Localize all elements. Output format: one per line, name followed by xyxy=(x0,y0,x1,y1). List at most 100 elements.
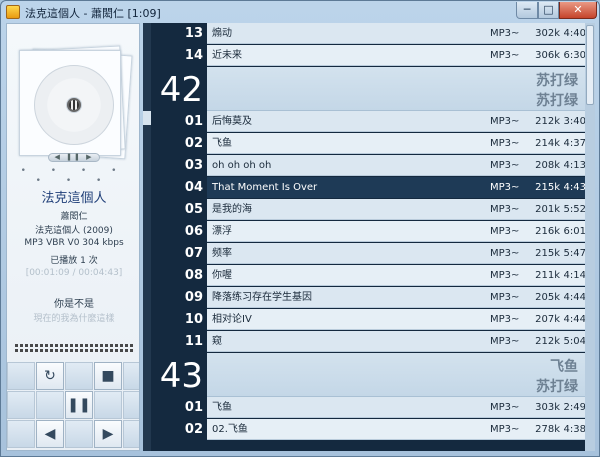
album-group-header[interactable]: 42 苏打绿 苏打绿 xyxy=(143,67,586,111)
track-row[interactable]: 14 近未来 MP3~ 306k 6:30 xyxy=(143,45,586,67)
track-format: MP3~ xyxy=(490,116,520,127)
track-duration: 4:13 xyxy=(563,160,586,171)
track-bitrate: 207k xyxy=(535,314,560,325)
cd-case-front: ◀ ❚❚ ▶ xyxy=(19,50,121,162)
track-body[interactable]: 后悔莫及 MP3~ 212k 3:40 xyxy=(207,111,586,132)
next-button[interactable]: ▶ xyxy=(94,420,122,448)
track-duration: 4:43 xyxy=(563,182,586,193)
track-row[interactable]: 08 你喔 MP3~ 211k 4:14 xyxy=(143,265,586,287)
track-body[interactable]: That Moment Is Over MP3~ 215k 4:43 xyxy=(207,177,586,198)
track-row[interactable]: 02 飞鱼 MP3~ 214k 4:37 xyxy=(143,133,586,155)
track-row[interactable]: 10 相对论IV MP3~ 207k 4:44 xyxy=(143,309,586,331)
track-row[interactable]: 11 窥 MP3~ 212k 5:04 xyxy=(143,331,586,353)
control-blank xyxy=(123,391,139,419)
track-format: MP3~ xyxy=(490,138,520,149)
album-group-title: 飞鱼 xyxy=(550,359,578,375)
control-blank xyxy=(65,420,93,448)
track-title: 飞鱼 xyxy=(212,402,232,413)
control-blank xyxy=(123,362,139,390)
track-body[interactable]: 漂浮 MP3~ 216k 6:01 xyxy=(207,221,586,242)
visualizer xyxy=(15,344,135,352)
track-row[interactable]: 01 飞鱼 MP3~ 303k 2:49 xyxy=(143,397,586,419)
track-body[interactable]: 飞鱼 MP3~ 303k 2:49 xyxy=(207,397,586,418)
track-duration: 6:30 xyxy=(563,50,586,61)
track-title: 相对论IV xyxy=(212,314,252,325)
maximize-button[interactable]: □ xyxy=(538,2,559,19)
track-number: 04 xyxy=(184,180,203,195)
album-year: 法克這個人 (2009) xyxy=(35,226,113,236)
track-row[interactable]: 05 是我的海 MP3~ 201k 5:52 xyxy=(143,199,586,221)
track-duration: 4:37 xyxy=(563,138,586,149)
track-bitrate: 302k xyxy=(535,28,560,39)
scrollbar-thumb[interactable] xyxy=(586,25,594,105)
time-info: [00:01:09 / 00:04:43] xyxy=(25,268,123,278)
track-body[interactable]: 煽动 MP3~ 302k 4:40 xyxy=(207,23,586,44)
control-blank xyxy=(65,362,93,390)
track-number: 10 xyxy=(184,312,203,327)
track-row[interactable]: 07 频率 MP3~ 215k 5:47 xyxy=(143,243,586,265)
track-body[interactable]: 飞鱼 MP3~ 214k 4:37 xyxy=(207,133,586,154)
track-bitrate: 306k xyxy=(535,50,560,61)
track-body[interactable]: 相对论IV MP3~ 207k 4:44 xyxy=(207,309,586,330)
track-bitrate: 212k xyxy=(535,116,560,127)
track-title: 近未来 xyxy=(212,50,242,61)
track-title: That Moment Is Over xyxy=(212,182,318,193)
track-row[interactable]: 02 02.飞鱼 MP3~ 278k 4:38 xyxy=(143,419,586,441)
track-body[interactable]: oh oh oh oh MP3~ 208k 4:13 xyxy=(207,155,586,176)
album-group-number: 43 xyxy=(159,356,203,396)
repeat-button[interactable]: ↻ xyxy=(36,362,64,390)
track-number: 06 xyxy=(184,224,203,239)
player-window: 法克這個人 - 蕭閎仁 [1:09] ─ □ ✕ ◀ ❚❚ ▶ • • • • … xyxy=(0,0,600,457)
track-duration: 3:40 xyxy=(563,116,586,127)
track-duration: 5:47 xyxy=(563,248,586,259)
track-title: 飞鱼 xyxy=(212,138,232,149)
format-info: MP3 VBR V0 304 kbps xyxy=(24,238,124,248)
album-group-body[interactable]: 飞鱼 苏打绿 xyxy=(207,353,586,397)
lyric-next-line: 現在的我為什麼這樣 xyxy=(33,314,115,324)
track-bitrate: 215k xyxy=(535,248,560,259)
track-number: 13 xyxy=(184,26,203,41)
track-number: 01 xyxy=(184,400,203,415)
title-bar[interactable]: 法克這個人 - 蕭閎仁 [1:09] ─ □ ✕ xyxy=(1,1,599,23)
mini-transport[interactable]: ◀ ❚❚ ▶ xyxy=(48,153,100,162)
track-row[interactable]: 01 后悔莫及 MP3~ 212k 3:40 xyxy=(143,111,586,133)
track-body[interactable]: 02.飞鱼 MP3~ 278k 4:38 xyxy=(207,419,586,440)
track-row[interactable]: 03 oh oh oh oh MP3~ 208k 4:13 xyxy=(143,155,586,177)
track-duration: 4:40 xyxy=(563,28,586,39)
track-duration: 4:38 xyxy=(563,424,586,435)
playlist[interactable]: 13 煽动 MP3~ 302k 4:40 14 近未来 MP3~ 306k 6:30 42 苏打绿 苏打… xyxy=(143,23,586,451)
track-format: MP3~ xyxy=(490,424,520,435)
track-number: 02 xyxy=(184,422,203,437)
track-bitrate: 205k xyxy=(535,292,560,303)
track-body[interactable]: 窥 MP3~ 212k 5:04 xyxy=(207,331,586,352)
album-art[interactable]: ◀ ❚❚ ▶ xyxy=(17,44,133,162)
track-body[interactable]: 降落练习存在学生基因 MP3~ 205k 4:44 xyxy=(207,287,586,308)
previous-button[interactable]: ◀ xyxy=(36,420,64,448)
track-duration: 4:14 xyxy=(563,270,586,281)
pause-button[interactable]: ❚❚ xyxy=(65,391,93,419)
stop-button[interactable]: ■ xyxy=(94,362,122,390)
track-body[interactable]: 近未来 MP3~ 306k 6:30 xyxy=(207,45,586,66)
track-row[interactable]: 13 煽动 MP3~ 302k 4:40 xyxy=(143,23,586,45)
track-title: 煽动 xyxy=(212,28,232,39)
close-button[interactable]: ✕ xyxy=(559,2,597,19)
track-row[interactable]: 06 漂浮 MP3~ 216k 6:01 xyxy=(143,221,586,243)
track-body[interactable]: 频率 MP3~ 215k 5:47 xyxy=(207,243,586,264)
album-group-body[interactable]: 苏打绿 苏打绿 xyxy=(207,67,586,111)
rating-dots[interactable]: • • • • • • • xyxy=(7,166,139,186)
track-body[interactable]: 你喔 MP3~ 211k 4:14 xyxy=(207,265,586,286)
playlist-scrollbar[interactable] xyxy=(585,23,595,451)
minimize-button[interactable]: ─ xyxy=(516,2,538,19)
speaker-icon xyxy=(67,98,81,112)
track-row-selected[interactable]: 04 That Moment Is Over MP3~ 215k 4:43 xyxy=(143,177,586,199)
track-row[interactable]: 09 降落练习存在学生基因 MP3~ 205k 4:44 xyxy=(143,287,586,309)
track-format: MP3~ xyxy=(490,226,520,237)
album-group-number: 42 xyxy=(159,70,203,110)
control-blank xyxy=(7,420,35,448)
window-title: 法克這個人 - 蕭閎仁 [1:09] xyxy=(25,7,161,20)
album-group-header[interactable]: 43 飞鱼 苏打绿 xyxy=(143,353,586,397)
track-body[interactable]: 是我的海 MP3~ 201k 5:52 xyxy=(207,199,586,220)
track-bitrate: 216k xyxy=(535,226,560,237)
control-blank xyxy=(94,391,122,419)
control-blank xyxy=(36,391,64,419)
